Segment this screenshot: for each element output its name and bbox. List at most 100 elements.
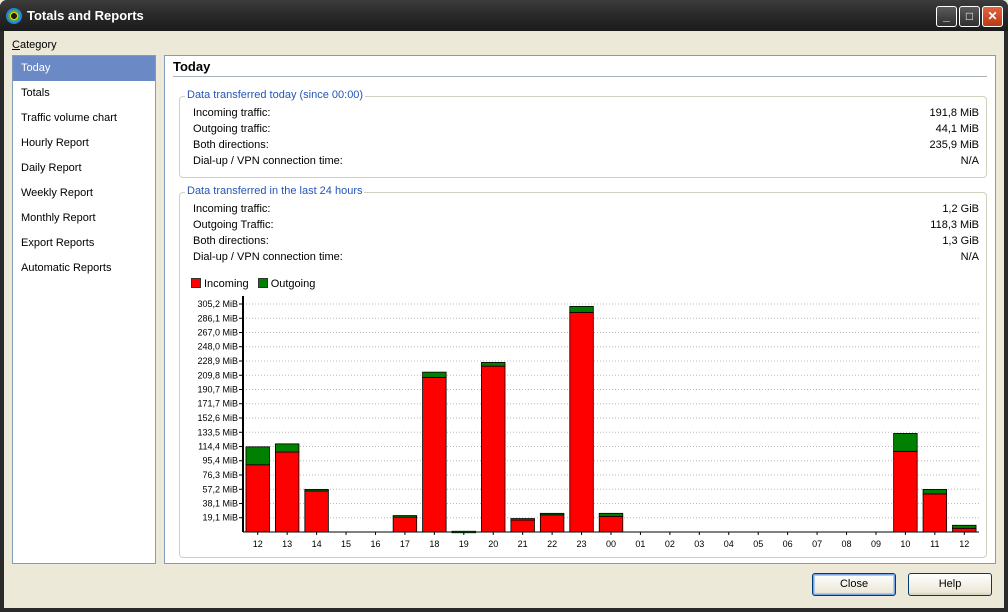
today-group: Data transferred today (since 00:00) Inc… — [179, 89, 987, 178]
y-tick-label: 248,0 MiB — [197, 342, 238, 352]
sidebar-item-traffic-volume-chart[interactable]: Traffic volume chart — [13, 106, 155, 131]
category-list[interactable]: Today Totals Traffic volume chart Hourly… — [12, 55, 156, 564]
stat-row: Incoming traffic: 191,8 MiB — [193, 107, 979, 119]
maximize-icon: □ — [965, 9, 974, 23]
x-tick-label: 12 — [253, 539, 263, 549]
bar-incoming — [481, 365, 506, 533]
bar-outgoing — [304, 489, 329, 492]
stat-row: Both directions: 235,9 MiB — [193, 139, 979, 151]
chart-legend: Incoming Outgoing — [191, 278, 321, 290]
y-tick-label: 171,7 MiB — [197, 399, 238, 409]
window-title: Totals and Reports — [27, 8, 144, 23]
main-panel: Today Data transferred today (since 00:0… — [164, 55, 996, 564]
sidebar-item-automatic-reports[interactable]: Automatic Reports — [13, 256, 155, 281]
y-tick-label: 228,9 MiB — [197, 356, 238, 366]
legend-incoming: Incoming — [191, 278, 249, 290]
sidebar-item-daily-report[interactable]: Daily Report — [13, 156, 155, 181]
sidebar-item-weekly-report[interactable]: Weekly Report — [13, 181, 155, 206]
page-title: Today — [173, 59, 211, 74]
y-tick-label: 19,1 MiB — [202, 513, 238, 523]
bar-incoming — [274, 451, 300, 533]
stat-row: Dial-up / VPN connection time: N/A — [193, 155, 979, 167]
bar-incoming — [510, 519, 535, 533]
close-button[interactable]: Close — [812, 573, 896, 596]
y-tick-label: 114,4 MiB — [198, 442, 238, 452]
help-button[interactable]: Help — [908, 573, 992, 596]
x-tick-label: 00 — [606, 539, 616, 549]
x-tick-label: 03 — [694, 539, 704, 549]
bar-outgoing — [510, 518, 535, 521]
bar-outgoing — [922, 489, 948, 495]
stat-row: Outgoing Traffic: 118,3 MiB — [193, 219, 979, 231]
x-tick-label: 11 — [930, 539, 939, 549]
close-icon: ✕ — [987, 9, 998, 23]
y-tick-label: 38,1 MiB — [202, 499, 238, 509]
x-tick-label: 14 — [312, 539, 322, 549]
bar-incoming — [422, 376, 447, 533]
bar-outgoing — [539, 512, 565, 516]
bar-incoming — [952, 527, 977, 533]
maximize-button[interactable]: □ — [959, 6, 980, 27]
legend-swatch-incoming — [191, 278, 201, 288]
minimize-button[interactable]: _ — [936, 6, 957, 27]
x-tick-label: 10 — [900, 539, 910, 549]
sidebar-item-monthly-report[interactable]: Monthly Report — [13, 206, 155, 231]
bar-outgoing — [274, 443, 300, 453]
x-tick-label: 16 — [370, 539, 380, 549]
stat-row: Outgoing traffic: 44,1 MiB — [193, 123, 979, 135]
x-tick-label: 17 — [400, 539, 410, 549]
minimize-icon: _ — [943, 9, 950, 23]
x-tick-label: 18 — [429, 539, 439, 549]
y-tick-label: 190,7 MiB — [197, 385, 238, 395]
bar-incoming — [304, 490, 329, 533]
window: Totals and Reports _ □ ✕ Category Today … — [0, 0, 1008, 612]
x-tick-label: 05 — [753, 539, 763, 549]
sidebar-item-totals[interactable]: Totals — [13, 81, 155, 106]
x-tick-label: 01 — [635, 539, 645, 549]
legend-outgoing: Outgoing — [257, 278, 315, 290]
x-tick-label: 09 — [871, 539, 881, 549]
bar-outgoing — [598, 512, 624, 517]
sidebar-item-hourly-report[interactable]: Hourly Report — [13, 131, 155, 156]
y-tick-label: 57,2 MiB — [202, 484, 238, 494]
stat-row: Incoming traffic: 1,2 GiB — [193, 203, 979, 215]
y-tick-label: 95,4 MiB — [202, 456, 238, 466]
x-tick-label: 21 — [518, 539, 528, 549]
x-tick-label: 22 — [547, 539, 557, 549]
bar-incoming — [922, 493, 948, 533]
traffic-chart: 19,1 MiB 38,1 MiB 57,2 MiB 76,3 MiB 95,4 MiB… — [197, 296, 979, 549]
client-area: Category Today Totals Traffic volume cha… — [4, 31, 1004, 608]
title-bar: Totals and Reports _ □ ✕ — [0, 0, 1008, 31]
x-tick-label: 13 — [282, 539, 292, 549]
last24-group-legend: Data transferred in the last 24 hours — [185, 185, 365, 197]
x-tick-label: 06 — [783, 539, 793, 549]
sidebar-item-today[interactable]: Today — [13, 56, 155, 81]
x-tick-label: 19 — [459, 539, 469, 549]
bar-incoming — [598, 515, 624, 533]
sidebar-item-export-reports[interactable]: Export Reports — [13, 231, 155, 256]
category-label: Category — [12, 39, 57, 51]
bar-incoming — [392, 516, 418, 533]
y-tick-label: 76,3 MiB — [202, 470, 238, 480]
y-tick-label: 209,8 MiB — [197, 370, 238, 380]
today-group-legend: Data transferred today (since 00:00) — [185, 89, 366, 101]
x-tick-label: 07 — [812, 539, 822, 549]
bar-outgoing — [952, 524, 977, 529]
x-tick-label: 20 — [488, 539, 498, 549]
x-tick-label: 02 — [665, 539, 675, 549]
y-tick-label: 305,2 MiB — [197, 299, 238, 309]
bar-incoming — [245, 464, 270, 533]
title-divider — [173, 76, 987, 77]
bar-outgoing — [422, 371, 447, 378]
bar-incoming — [569, 311, 594, 533]
x-tick-label: 12 — [959, 539, 969, 549]
bar-outgoing — [392, 515, 418, 518]
bar-incoming — [539, 514, 565, 533]
y-tick-label: 152,6 MiB — [197, 413, 238, 423]
close-window-button[interactable]: ✕ — [982, 6, 1003, 27]
bar-outgoing — [893, 432, 918, 452]
y-tick-label: 267,0 MiB — [197, 328, 238, 338]
x-tick-label: 04 — [724, 539, 734, 549]
y-tick-label: 286,1 MiB — [197, 313, 238, 323]
y-tick-label: 133,5 MiB — [197, 427, 238, 437]
